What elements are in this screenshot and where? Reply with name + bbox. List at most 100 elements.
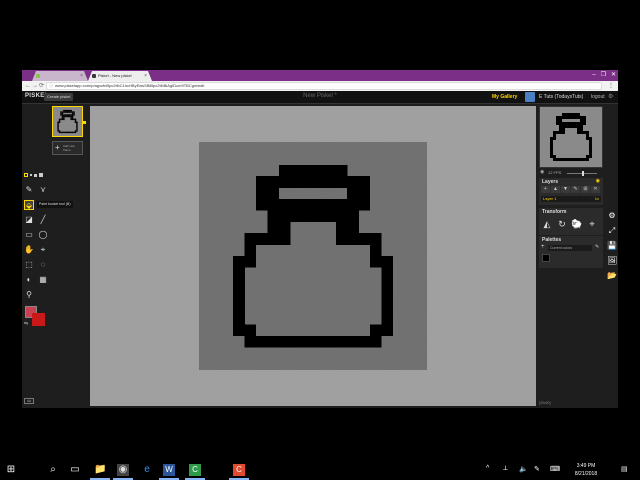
layer-item[interactable]: Layer 1 1x: [541, 196, 601, 202]
browser-menu-icon[interactable]: ⋮: [608, 81, 614, 91]
pixel: [233, 324, 245, 337]
keyboard-shortcuts-icon[interactable]: ⌨: [24, 398, 34, 404]
lasso-icon[interactable]: ◌: [38, 260, 48, 270]
task-view-icon[interactable]: ▭: [69, 464, 81, 476]
pixel: [67, 115, 69, 118]
pen-tray-icon[interactable]: ✎: [534, 465, 540, 473]
pixel: [577, 158, 581, 162]
windows-start-icon[interactable]: ⊞: [5, 464, 17, 476]
file-explorer-icon[interactable]: 📁: [94, 464, 106, 476]
pen-size-2[interactable]: [30, 174, 32, 176]
tab-favicon-icon: [92, 74, 96, 78]
minimize-icon[interactable]: –: [592, 70, 595, 81]
dither-icon[interactable]: ▦: [38, 275, 48, 285]
reload-icon[interactable]: ⟳: [39, 81, 44, 91]
camtasia-recorder-icon[interactable]: C: [233, 464, 245, 476]
edit-palette-icon[interactable]: ✎: [595, 244, 599, 250]
drawing-canvas[interactable]: [199, 142, 427, 370]
eye-icon[interactable]: ◉: [596, 178, 600, 184]
pixel: [256, 187, 268, 200]
pen-icon[interactable]: ✎: [24, 185, 34, 195]
resize-icon[interactable]: ⤢: [607, 226, 617, 236]
merge-layer-button[interactable]: ⊞: [581, 186, 590, 193]
add-frame-button[interactable]: + Add new frame: [52, 141, 83, 155]
clock-date[interactable]: 8/21/2018: [571, 471, 601, 477]
pixel: [60, 114, 62, 116]
animation-preview[interactable]: [539, 106, 603, 168]
import-icon[interactable]: 📂: [607, 271, 617, 281]
pen-size-3[interactable]: [34, 173, 37, 177]
notification-icon[interactable]: ▤: [621, 465, 628, 473]
shape-select-icon[interactable]: ⌖: [38, 245, 48, 255]
frame-thumbnail[interactable]: [52, 106, 83, 137]
circle-icon[interactable]: ◯: [38, 230, 48, 240]
chevron-up-icon[interactable]: ^: [486, 465, 489, 472]
transform-title: Transform: [542, 209, 567, 215]
mirror-pen-icon[interactable]: ⋎: [38, 185, 48, 195]
search-icon[interactable]: ⌕: [47, 464, 59, 476]
onion-skin-icon[interactable]: ◉: [540, 169, 544, 175]
maximize-icon[interactable]: ❐: [601, 70, 606, 81]
add-layer-button[interactable]: +: [541, 186, 550, 193]
fps-slider[interactable]: [567, 171, 597, 176]
pen-size-4[interactable]: [39, 173, 43, 177]
rectangle-icon[interactable]: ▭: [24, 230, 34, 240]
settings-icon[interactable]: ⚙: [607, 211, 617, 221]
camtasia-icon[interactable]: C: [189, 464, 201, 476]
eraser-icon[interactable]: ◪: [24, 215, 34, 225]
rotate-icon[interactable]: ↻: [556, 218, 568, 230]
pixel: [278, 199, 291, 211]
word-icon[interactable]: W: [163, 464, 175, 476]
export-icon[interactable]: 🖼: [607, 256, 617, 266]
user-name[interactable]: E Tuts (TodaysTuts): [539, 94, 583, 100]
palette-color-swatch[interactable]: [542, 254, 550, 262]
close-window-icon[interactable]: ✕: [611, 70, 616, 81]
address-bar[interactable]: ⓘ www.piskelapp.com/p/agxzfnBpc2tlbC1hcH…: [46, 82, 602, 90]
pixel: [358, 199, 371, 211]
swap-colors-icon[interactable]: ⇆: [24, 321, 28, 327]
move-icon[interactable]: ✋: [24, 245, 34, 255]
paint-bucket-icon[interactable]: ⬙: [24, 200, 34, 210]
drawing-area[interactable]: [90, 106, 536, 406]
close-tab-icon[interactable]: ×: [80, 71, 83, 81]
network-icon[interactable]: ⟂: [503, 465, 508, 473]
palette-select[interactable]: Current colors: [548, 245, 592, 251]
browser-tab[interactable]: ×: [32, 71, 88, 81]
back-icon[interactable]: ←: [25, 81, 31, 91]
stroke-icon[interactable]: ╱: [38, 215, 48, 225]
move-layer-up-button[interactable]: ▲: [551, 186, 560, 193]
keyboard-tray-icon[interactable]: ⌨: [550, 465, 560, 473]
clock-time[interactable]: 3:49 PM: [571, 463, 601, 469]
lighten-icon[interactable]: ◐: [24, 275, 34, 285]
add-palette-button[interactable]: +: [541, 244, 545, 250]
forward-icon[interactable]: →: [32, 81, 38, 91]
pixel: [70, 118, 72, 121]
avatar[interactable]: [525, 92, 535, 102]
pen-size-1[interactable]: [24, 173, 28, 177]
fps-slider-thumb[interactable]: [582, 171, 585, 176]
gear-icon[interactable]: ⚙: [608, 93, 613, 100]
browser-tab-active[interactable]: Piskel - New piskel ×: [88, 71, 152, 81]
logout-link[interactable]: logout: [591, 94, 605, 100]
pixel: [562, 125, 566, 129]
pixel: [324, 335, 337, 348]
delete-layer-button[interactable]: ✕: [591, 186, 600, 193]
rect-select-icon[interactable]: ⬚: [24, 260, 34, 270]
pixel: [553, 155, 557, 159]
chrome-icon[interactable]: ◉: [117, 464, 129, 476]
close-tab-icon[interactable]: ×: [144, 71, 147, 81]
clone-icon[interactable]: 🐑: [571, 218, 583, 230]
center-icon[interactable]: ⌖: [586, 218, 598, 230]
secondary-color-swatch[interactable]: [32, 313, 45, 326]
move-layer-down-button[interactable]: ▼: [561, 186, 570, 193]
url-text: www.piskelapp.com/p/agxzfnBpc2tlbC1hcHBy…: [55, 83, 205, 88]
pixel: [586, 137, 590, 141]
my-gallery-link[interactable]: My Gallery: [492, 94, 517, 100]
pixel: [73, 112, 75, 115]
volume-icon[interactable]: 🔈: [519, 465, 528, 473]
edge-icon[interactable]: e: [141, 464, 153, 476]
color-picker-icon[interactable]: ⚲: [24, 290, 34, 300]
rename-layer-button[interactable]: ✎: [571, 186, 580, 193]
save-icon[interactable]: 💾: [607, 241, 617, 251]
flip-icon[interactable]: ◭: [541, 218, 553, 230]
